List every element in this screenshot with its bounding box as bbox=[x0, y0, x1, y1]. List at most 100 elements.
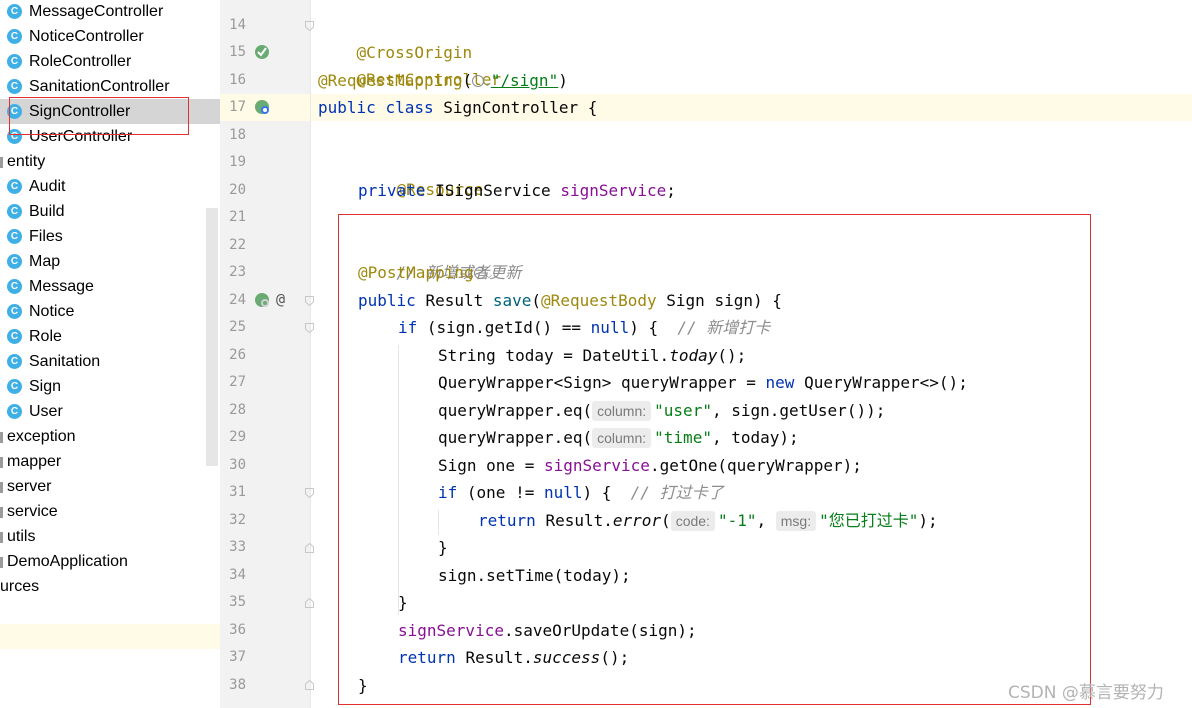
tree-item-label: server bbox=[7, 478, 52, 495]
class-icon: C bbox=[7, 404, 22, 419]
tree-item-sanitation[interactable]: C Sanitation bbox=[0, 349, 220, 374]
code-token: queryWrapper.eq( bbox=[438, 401, 593, 420]
tree-item-label: Message bbox=[29, 278, 94, 295]
code-line-37: return Result.success(); bbox=[398, 644, 629, 671]
line-number: 26 bbox=[229, 347, 246, 363]
tree-item-role[interactable]: C Role bbox=[0, 324, 220, 349]
fold-open-icon[interactable] bbox=[305, 488, 314, 498]
line-number: 22 bbox=[229, 237, 246, 253]
keyword-token: new bbox=[765, 373, 795, 392]
fold-close-icon[interactable] bbox=[305, 680, 314, 690]
web-endpoint-icon[interactable] bbox=[473, 267, 486, 279]
chevron-down-icon[interactable]: ⌵ bbox=[486, 268, 493, 281]
code-token: Sign one = bbox=[438, 456, 544, 475]
code-token: QueryWrapper<Sign> queryWrapper = bbox=[438, 373, 766, 392]
tree-item-service[interactable]: service bbox=[0, 499, 220, 524]
tree-item-exception[interactable]: exception bbox=[0, 424, 220, 449]
class-name: SignController bbox=[443, 98, 579, 117]
folder-icon bbox=[0, 157, 3, 168]
tree-item-build[interactable]: C Build bbox=[0, 199, 220, 224]
code-line-30: Sign one = signService.getOne(queryWrapp… bbox=[438, 452, 862, 479]
paren: ) bbox=[558, 71, 568, 90]
code-token: , bbox=[756, 511, 767, 530]
keyword-token: if bbox=[438, 483, 458, 502]
keyword-token: null bbox=[543, 483, 583, 502]
request-path-link[interactable]: "/sign" bbox=[491, 71, 558, 90]
paren: ( bbox=[661, 511, 671, 530]
line-number: 31 bbox=[229, 484, 246, 500]
string-token: "user" bbox=[654, 401, 712, 420]
tree-item-messagecontroller[interactable]: C MessageController bbox=[0, 0, 220, 24]
code-token: , sign.getUser()); bbox=[711, 401, 886, 420]
tree-item-map[interactable]: C Map bbox=[0, 249, 220, 274]
tree-item-label: SignController bbox=[29, 103, 131, 120]
tree-item-utils[interactable]: utils bbox=[0, 524, 220, 549]
fold-close-icon[interactable] bbox=[305, 543, 314, 553]
request-mapping-icon[interactable] bbox=[254, 292, 270, 308]
tree-item-message[interactable]: C Message bbox=[0, 274, 220, 299]
tree-item-files[interactable]: C Files bbox=[0, 224, 220, 249]
keyword-token: class bbox=[385, 98, 434, 117]
tree-item-label: entity bbox=[7, 153, 46, 170]
code-line-27: QueryWrapper<Sign> queryWrapper = new Qu… bbox=[438, 369, 968, 396]
tree-item-audit[interactable]: C Audit bbox=[0, 174, 220, 199]
class-icon: C bbox=[7, 54, 22, 69]
fold-close-icon[interactable] bbox=[305, 598, 314, 608]
comment-token: // 打过卡了 bbox=[630, 483, 724, 502]
tree-item-notice[interactable]: C Notice bbox=[0, 299, 220, 324]
line-number: 19 bbox=[229, 154, 246, 170]
parameter-hint: column: bbox=[592, 401, 652, 421]
tree-item-sign[interactable]: C Sign bbox=[0, 374, 220, 399]
tree-item-entity[interactable]: entity bbox=[0, 149, 220, 174]
code-token: Result. bbox=[465, 648, 533, 667]
tree-item-mapper[interactable]: mapper bbox=[0, 449, 220, 474]
fold-open-icon[interactable] bbox=[305, 323, 314, 333]
code-line-26: String today = DateUtil.today(); bbox=[438, 342, 746, 369]
code-line-24: public Result save(@RequestBody Sign sig… bbox=[358, 287, 782, 314]
web-endpoint-icon[interactable] bbox=[472, 75, 485, 87]
field-token: signService bbox=[543, 456, 650, 475]
type-token: ISignService bbox=[435, 181, 551, 200]
annotation-marker-icon[interactable]: @ bbox=[276, 290, 285, 308]
parameter-hint: msg: bbox=[775, 511, 817, 531]
class-icon: C bbox=[7, 4, 22, 19]
code-token: , today); bbox=[711, 428, 799, 447]
code-line-31: if (one != null) { // 打过卡了 bbox=[438, 479, 724, 506]
tree-item-signcontroller[interactable]: C SignController bbox=[0, 99, 220, 124]
tree-item-user[interactable]: C User bbox=[0, 399, 220, 424]
fold-open-icon[interactable] bbox=[305, 296, 314, 306]
chevron-down-icon[interactable]: ⌵ bbox=[484, 76, 491, 89]
code-line-17: public class SignController { bbox=[318, 94, 597, 121]
string-token: "您已打过卡" bbox=[819, 511, 919, 530]
brace: } bbox=[398, 593, 408, 612]
code-token: ) { bbox=[629, 318, 659, 337]
line-number: 36 bbox=[229, 622, 246, 638]
folder-icon bbox=[0, 532, 3, 543]
code-line-34: sign.setTime(today); bbox=[438, 562, 631, 589]
class-icon: C bbox=[7, 354, 22, 369]
tree-item-label: utils bbox=[7, 528, 36, 545]
tree-item-usercontroller[interactable]: C UserController bbox=[0, 124, 220, 149]
fold-open-icon[interactable] bbox=[305, 21, 314, 31]
tree-item-label: UserController bbox=[29, 128, 133, 145]
tree-item-rolecontroller[interactable]: C RoleController bbox=[0, 49, 220, 74]
class-icon: C bbox=[7, 129, 22, 144]
tree-item-demoapplication[interactable]: DemoApplication bbox=[0, 549, 220, 574]
tree-scrollbar[interactable] bbox=[206, 208, 218, 466]
tree-item-urces[interactable]: urces bbox=[0, 574, 220, 599]
spring-web-icon[interactable] bbox=[254, 99, 270, 115]
tree-item-sanitationcontroller[interactable]: C SanitationController bbox=[0, 74, 220, 99]
tree-item-label: urces bbox=[0, 578, 40, 595]
spring-app-icon bbox=[0, 557, 3, 568]
code-token: QueryWrapper<>(); bbox=[804, 373, 968, 392]
params-token: Sign sign) { bbox=[666, 291, 782, 310]
spring-bean-icon[interactable] bbox=[254, 44, 270, 60]
line-number: 28 bbox=[229, 402, 246, 418]
tree-item-server[interactable]: server bbox=[0, 474, 220, 499]
parameter-hint: column: bbox=[592, 428, 652, 448]
tree-item-label: Sanitation bbox=[29, 353, 101, 370]
keyword-token: return bbox=[478, 511, 536, 530]
annotation-token: @PostMapping bbox=[358, 263, 474, 282]
tree-item-noticecontroller[interactable]: C NoticeController bbox=[0, 24, 220, 49]
class-icon: C bbox=[7, 254, 22, 269]
